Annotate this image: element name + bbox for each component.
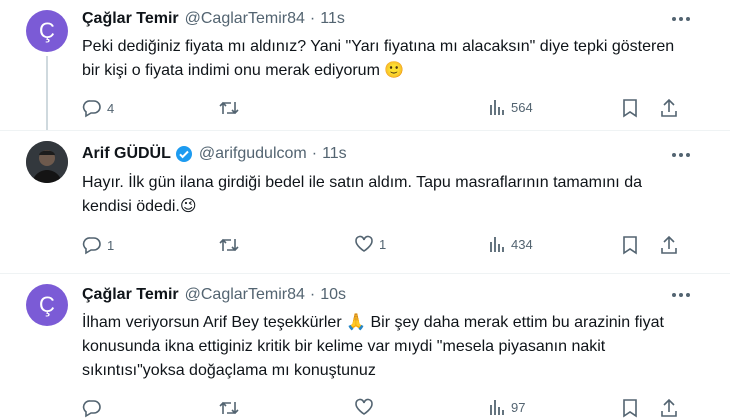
reply-icon bbox=[82, 100, 101, 118]
retweet-icon bbox=[219, 101, 239, 115]
author-name[interactable]: Çağlar Temir bbox=[82, 10, 179, 28]
reply-count: 4 bbox=[107, 100, 115, 116]
views-button[interactable]: 564 bbox=[488, 98, 533, 116]
tweet-header: Çağlar Temir @CaglarTemir84 · 11s bbox=[82, 10, 345, 28]
tweet-text: Hayır. İlk gün ilana girdiği bedel ile s… bbox=[82, 174, 642, 215]
author-name[interactable]: Çağlar Temir bbox=[82, 286, 179, 304]
reply-button[interactable] bbox=[82, 398, 107, 418]
share-icon bbox=[661, 235, 677, 254]
share-button[interactable] bbox=[660, 398, 678, 418]
share-icon bbox=[661, 98, 677, 117]
more-icon bbox=[672, 293, 690, 297]
heart-icon bbox=[355, 398, 373, 415]
separator-dot: · bbox=[309, 286, 316, 303]
like-button[interactable]: 1 bbox=[354, 235, 386, 253]
views-icon bbox=[490, 400, 504, 415]
reply-icon bbox=[82, 237, 101, 255]
author-handle[interactable]: @CaglarTemir84 bbox=[185, 286, 305, 304]
timestamp[interactable]: 11s bbox=[322, 145, 347, 163]
reply-count: 1 bbox=[107, 237, 115, 253]
action-bar: 1 1 434 bbox=[82, 235, 682, 257]
avatar[interactable]: Ç bbox=[26, 284, 68, 326]
tweet-text: Peki dediğiniz fiyata mı aldınız? Yani "… bbox=[82, 38, 675, 79]
timestamp[interactable]: 11s bbox=[320, 10, 345, 28]
retweet-icon bbox=[219, 238, 239, 252]
retweet-button[interactable] bbox=[218, 98, 245, 118]
retweet-button[interactable] bbox=[218, 235, 245, 255]
profile-photo-icon bbox=[26, 141, 68, 183]
verified-icon bbox=[175, 146, 192, 162]
reply-icon bbox=[82, 400, 101, 418]
views-icon bbox=[490, 237, 504, 252]
bookmark-icon bbox=[623, 399, 637, 418]
heart-icon bbox=[355, 235, 373, 252]
bookmark-button[interactable] bbox=[622, 235, 638, 255]
views-icon bbox=[490, 100, 504, 115]
timestamp[interactable]: 10s bbox=[320, 286, 346, 304]
like-count: 1 bbox=[379, 236, 387, 252]
avatar[interactable] bbox=[26, 141, 68, 183]
tweet-2[interactable]: Arif GÜDÜL @arifgudulcom · 11s Hayır. İl… bbox=[0, 131, 730, 273]
bookmark-icon bbox=[623, 99, 637, 118]
avatar[interactable]: Ç bbox=[26, 10, 68, 52]
separator-dot: · bbox=[311, 145, 318, 162]
reply-button[interactable]: 4 bbox=[82, 98, 114, 118]
retweet-icon bbox=[219, 401, 239, 415]
tweet-1[interactable]: Ç Çağlar Temir @CaglarTemir84 · 11s Peki… bbox=[0, 0, 730, 130]
views-button[interactable]: 97 bbox=[488, 398, 525, 416]
author-name[interactable]: Arif GÜDÜL bbox=[82, 145, 171, 163]
more-icon bbox=[672, 17, 690, 21]
like-button[interactable] bbox=[354, 398, 379, 416]
share-button[interactable] bbox=[660, 98, 678, 118]
author-handle[interactable]: @arifgudulcom bbox=[199, 145, 307, 163]
action-bar: 97 bbox=[82, 398, 682, 420]
bookmark-button[interactable] bbox=[622, 98, 638, 118]
more-icon bbox=[672, 153, 690, 157]
verified-badge bbox=[175, 145, 193, 163]
retweet-button[interactable] bbox=[218, 398, 245, 418]
more-options-button[interactable] bbox=[670, 146, 692, 164]
action-bar: 4 564 bbox=[82, 98, 682, 120]
views-count: 564 bbox=[511, 99, 533, 115]
reply-button[interactable]: 1 bbox=[82, 235, 114, 255]
tweet-header: Çağlar Temir @CaglarTemir84 · 10s bbox=[82, 286, 346, 304]
bookmark-button[interactable] bbox=[622, 398, 638, 418]
views-count: 97 bbox=[511, 399, 526, 415]
separator-dot: · bbox=[309, 10, 316, 27]
share-button[interactable] bbox=[660, 235, 678, 255]
bookmark-icon bbox=[623, 236, 637, 255]
thread-line bbox=[46, 56, 48, 130]
tweet-3[interactable]: Ç Çağlar Temir @CaglarTemir84 · 10s İlha… bbox=[0, 274, 730, 420]
share-icon bbox=[661, 398, 677, 417]
views-count: 434 bbox=[511, 236, 533, 252]
tweet-header: Arif GÜDÜL @arifgudulcom · 11s bbox=[82, 145, 347, 163]
author-handle[interactable]: @CaglarTemir84 bbox=[185, 10, 305, 28]
views-button[interactable]: 434 bbox=[488, 235, 533, 253]
tweet-text: İlham veriyorsun Arif Bey teşekkürler 🙏 … bbox=[82, 314, 664, 379]
more-options-button[interactable] bbox=[670, 286, 692, 304]
more-options-button[interactable] bbox=[670, 10, 692, 28]
